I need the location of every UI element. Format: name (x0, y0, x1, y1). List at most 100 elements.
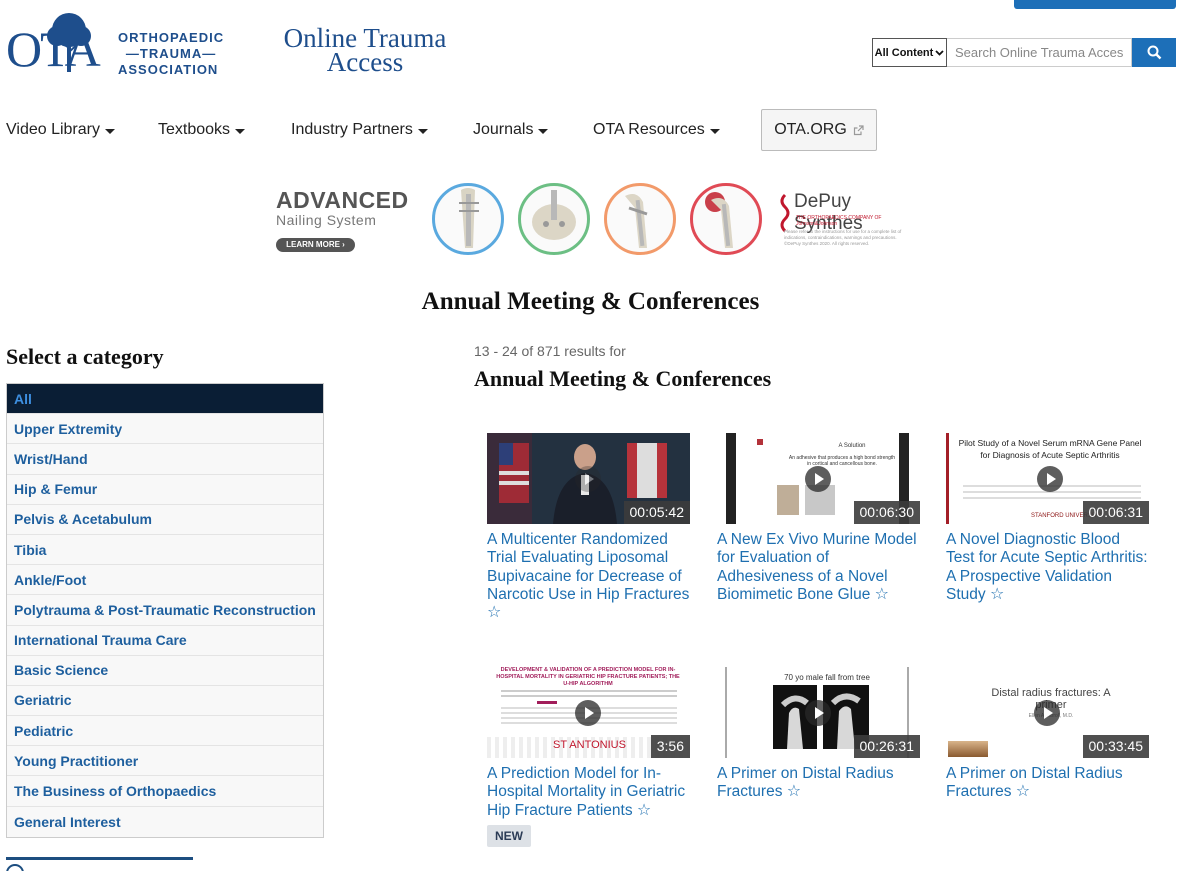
star-icon[interactable]: ☆ (487, 604, 501, 621)
search-scope-select[interactable]: All Content (872, 38, 947, 67)
category-item-pelvis-acetabulum[interactable]: Pelvis & Acetabulum (7, 504, 323, 535)
category-item-international-trauma-care[interactable]: International Trauma Care (7, 625, 323, 656)
slide-body: An adhesive that produces a high bond st… (788, 455, 896, 467)
site-title-line2: Access (326, 47, 404, 77)
slide-authors-line (963, 497, 1141, 499)
star-icon[interactable]: ☆ (787, 783, 801, 800)
video-duration: 3:56 (650, 735, 690, 758)
video-title: A Primer on Distal Radius Fractures (717, 765, 894, 801)
ota-logo[interactable]: OTA ORTHOPAEDIC —TRAUMA— ASSOCIATION (6, 10, 225, 80)
category-item-tibia[interactable]: Tibia (7, 534, 323, 566)
implant-proximal-image (690, 183, 762, 255)
category-item-polytrauma[interactable]: Polytrauma & Post-Traumatic Reconstructi… (7, 595, 323, 626)
video-thumbnail[interactable]: A Solution An adhesive that produces a h… (717, 433, 920, 524)
slide-logo: ST ANTONIUS (553, 739, 626, 751)
ad-subtitle: Nailing System (276, 212, 377, 228)
category-item-young-practitioner[interactable]: Young Practitioner (7, 746, 323, 777)
category-item-hip-femur[interactable]: Hip & Femur (7, 474, 323, 505)
circle-icon (6, 864, 24, 871)
video-duration: 00:26:31 (853, 735, 920, 758)
nav-label: OTA Resources (593, 121, 705, 138)
category-item-business-of-orthopaedics[interactable]: The Business of Orthopaedics (7, 776, 323, 807)
video-title-link[interactable]: A Prediction Model for In-Hospital Morta… (487, 765, 692, 820)
search-button[interactable] (1132, 38, 1176, 67)
star-icon[interactable]: ☆ (637, 802, 651, 819)
slide-authors-line (501, 690, 677, 692)
caret-down-icon (235, 128, 246, 134)
play-icon (805, 700, 831, 726)
star-icon[interactable]: ☆ (1016, 783, 1030, 800)
category-item-geriatric[interactable]: Geriatric (7, 685, 323, 717)
nav-label: Industry Partners (291, 121, 413, 138)
nav-video-library[interactable]: Video Library (6, 121, 115, 139)
ota-logo-line1: ORTHOPAEDIC (118, 30, 225, 45)
video-thumbnail[interactable]: 00:05:42 (487, 433, 690, 524)
video-title-link[interactable]: A Primer on Distal Radius Fractures ☆ (946, 765, 1151, 802)
play-icon (1034, 700, 1060, 726)
play-icon (575, 466, 601, 492)
caret-down-icon (417, 128, 428, 134)
slide-authors-line (501, 695, 677, 697)
slide-photo (948, 741, 988, 757)
ad-learn-more-button[interactable]: LEARN MORE › (276, 238, 355, 252)
play-icon (805, 466, 831, 492)
video-title: A Primer on Distal Radius Fractures (946, 765, 1123, 801)
search-bar: All Content (872, 38, 1176, 67)
category-item-general-interest[interactable]: General Interest (7, 806, 323, 837)
video-title-link[interactable]: A Primer on Distal Radius Fractures ☆ (717, 765, 922, 802)
video-thumbnail[interactable]: Distal radius fractures: A primer Ellen … (946, 667, 1149, 758)
ota-logo-line3: ASSOCIATION (118, 62, 219, 77)
category-item-basic-science[interactable]: Basic Science (7, 655, 323, 686)
site-title-logo[interactable]: Online Trauma Access (275, 25, 455, 77)
video-thumbnail[interactable]: Pilot Study of a Novel Serum mRNA Gene P… (946, 433, 1149, 524)
ota-org-link[interactable]: OTA.ORG (761, 109, 877, 151)
search-input[interactable] (947, 38, 1132, 67)
slide-heading: A Solution (838, 443, 866, 449)
video-title-link[interactable]: A New Ex Vivo Murine Model for Evaluatio… (717, 531, 922, 604)
depuy-logo-icon (780, 193, 790, 233)
ad-title: ADVANCED (276, 187, 409, 213)
category-item-ankle-foot[interactable]: Ankle/Foot (7, 565, 323, 596)
ad-fine-print: Please refer to the instructions for use… (784, 229, 902, 246)
video-thumbnail[interactable]: 70 yo male fall from tree 00:26:31 (717, 667, 920, 758)
category-item-upper-extremity[interactable]: Upper Extremity (7, 414, 323, 445)
ad-banner[interactable]: ADVANCED Nailing System LEARN MORE › DeP… (270, 175, 915, 265)
category-item-all[interactable]: All (7, 384, 323, 415)
video-thumbnail[interactable]: DEVELOPMENT & VALIDATION OF A PREDICTION… (487, 667, 690, 758)
video-duration: 00:05:42 (623, 501, 690, 524)
caret-down-icon (104, 128, 115, 134)
star-icon[interactable]: ☆ (990, 586, 1004, 603)
nav-industry-partners[interactable]: Industry Partners (291, 121, 428, 139)
caret-down-icon (709, 128, 720, 134)
slide-heading: Pilot Study of a Novel Serum mRNA Gene P… (958, 438, 1142, 460)
video-title: A Novel Diagnostic Blood Test for Acute … (946, 531, 1148, 603)
nav-journals[interactable]: Journals (473, 121, 549, 139)
external-link-icon (853, 124, 864, 135)
implant-femur-image (518, 183, 590, 255)
nav-ota-resources[interactable]: OTA Resources (593, 121, 720, 139)
video-duration: 00:06:30 (853, 501, 920, 524)
video-card: A Solution An adhesive that produces a h… (717, 433, 922, 604)
search-icon (1147, 45, 1161, 60)
video-duration: 00:33:45 (1082, 735, 1149, 758)
slide-logo-mark (757, 439, 763, 445)
results-heading: Annual Meeting & Conferences (474, 366, 772, 391)
slide-accent-line (537, 701, 557, 704)
category-item-wrist-hand[interactable]: Wrist/Hand (7, 444, 323, 475)
ad-brand-sub: THE ORTHOPAEDICS COMPANY OF Johnson&John… (796, 215, 882, 227)
new-badge: NEW (487, 824, 531, 847)
nav-label: Textbooks (158, 121, 231, 138)
category-item-pediatric[interactable]: Pediatric (7, 716, 323, 747)
video-title-link[interactable]: A Novel Diagnostic Blood Test for Acute … (946, 531, 1151, 604)
slide-heading: 70 yo male fall from tree (784, 673, 870, 682)
video-card: Distal radius fractures: A primer Ellen … (946, 667, 1151, 802)
nav-textbooks[interactable]: Textbooks (158, 121, 246, 139)
sidebar-divider (6, 857, 193, 860)
tree-icon (47, 13, 91, 72)
chevron-down-icon (935, 49, 944, 56)
video-title-link[interactable]: A Multicenter Randomized Trial Evaluatin… (487, 531, 692, 622)
account-button[interactable] (1014, 0, 1176, 9)
star-icon[interactable]: ☆ (875, 586, 889, 603)
slide-border (725, 667, 727, 758)
play-icon (1037, 466, 1063, 492)
